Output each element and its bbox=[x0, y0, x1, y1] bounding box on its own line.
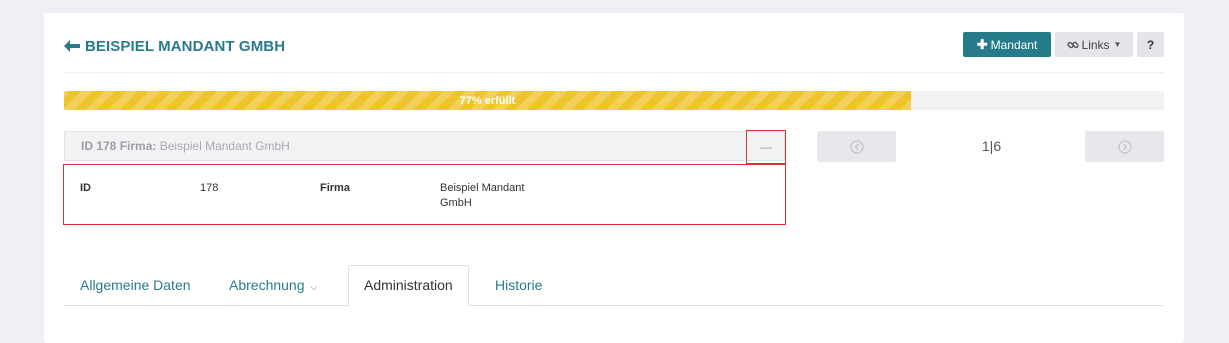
id-label: ID bbox=[80, 182, 91, 194]
tab-historie[interactable]: Historie bbox=[495, 265, 542, 305]
tab-allgemeine-daten[interactable]: Allgemeine Daten bbox=[80, 265, 191, 305]
record-detail-panel: ID 178 Firma Beispiel Mandant GmbH bbox=[63, 164, 786, 225]
add-mandant-button[interactable]: ✚ Mandant bbox=[963, 32, 1051, 57]
help-label: ? bbox=[1146, 37, 1155, 52]
summary-firma-label: Firma: bbox=[119, 139, 157, 153]
previous-record-button[interactable] bbox=[817, 131, 896, 162]
chevron-down-icon: ⌵ bbox=[310, 282, 318, 292]
tab-bar: Allgemeine Daten Abrechnung ⌵ Administrat… bbox=[64, 265, 1164, 306]
plus-icon: ✚ bbox=[976, 36, 988, 52]
tab-label: Historie bbox=[495, 277, 543, 293]
firma-value: Beispiel Mandant GmbH bbox=[440, 182, 525, 209]
links-dropdown-button[interactable]: Links ▼ bbox=[1055, 32, 1133, 57]
arrow-left-icon bbox=[64, 40, 80, 52]
progress-label: 77% erfüllt bbox=[459, 94, 516, 107]
tab-administration[interactable]: Administration bbox=[348, 265, 469, 306]
header-divider bbox=[64, 72, 1164, 73]
help-button[interactable]: ? bbox=[1137, 32, 1164, 57]
chevron-down-icon: ▼ bbox=[1113, 40, 1122, 49]
link-icon bbox=[1066, 41, 1079, 48]
record-summary: ID 178 Firma: Beispiel Mandant GmbH bbox=[81, 132, 290, 160]
arrow-circle-right-icon bbox=[1117, 139, 1132, 154]
mandant-card: BEISPIEL MANDANT GMBH ✚ Mandant Links ▼ … bbox=[44, 13, 1184, 343]
collapse-button[interactable]: — bbox=[746, 130, 786, 164]
arrow-circle-left-icon bbox=[849, 139, 864, 154]
tab-label: Administration bbox=[364, 277, 453, 293]
tab-label: Allgemeine Daten bbox=[80, 277, 191, 293]
tab-label: Abrechnung bbox=[229, 277, 305, 293]
page-title: BEISPIEL MANDANT GMBH bbox=[85, 37, 286, 55]
links-label: Links bbox=[1081, 37, 1110, 52]
add-mandant-label: Mandant bbox=[990, 37, 1038, 52]
collapse-icon: — bbox=[760, 140, 772, 154]
back-link[interactable]: BEISPIEL MANDANT GMBH bbox=[64, 36, 285, 56]
pager-position: 1|6 bbox=[981, 138, 1002, 154]
id-value: 178 bbox=[200, 182, 219, 194]
completion-progress-bar: 77% erfüllt bbox=[64, 91, 1164, 110]
firma-label: Firma bbox=[320, 182, 350, 194]
tab-abrechnung[interactable]: Abrechnung ⌵ bbox=[229, 265, 317, 305]
next-record-button[interactable] bbox=[1085, 131, 1164, 162]
summary-id: ID 178 bbox=[81, 139, 117, 153]
record-summary-bar: ID 178 Firma: Beispiel Mandant GmbH bbox=[64, 131, 785, 161]
summary-firma-value: Beispiel Mandant GmbH bbox=[159, 139, 290, 153]
